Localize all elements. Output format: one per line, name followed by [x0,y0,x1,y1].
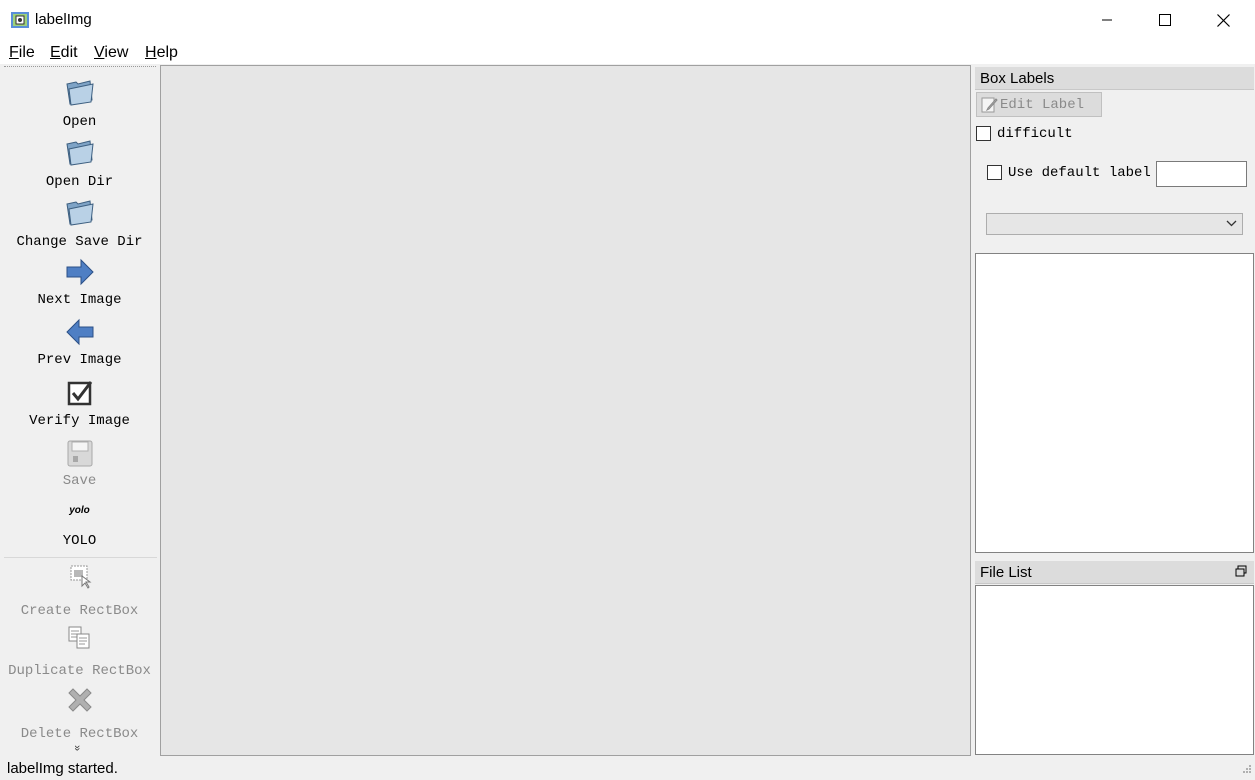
delete-icon [68,688,92,712]
duplicate-icon [68,626,90,649]
create-rectbox-icon [70,565,92,589]
minimize-button[interactable] [1078,0,1136,40]
window-title: labelImg [35,11,92,28]
chevron-down-icon [1226,220,1237,227]
box-labels-dock-title: Box Labels [975,67,1254,90]
edit-label-button[interactable]: Edit Label [976,92,1102,117]
arrow-left-icon [66,318,94,346]
menu-bar: File Edit View Help [0,40,1255,64]
close-icon [1216,13,1230,27]
save-button[interactable]: Save [0,438,159,496]
menu-file[interactable]: File [9,44,35,62]
toolbar-separator [4,557,157,558]
image-canvas[interactable] [160,65,971,756]
tool-label: Next Image [37,292,122,308]
labelimg-app-icon [11,12,29,28]
edit-label-text: Edit Label [1000,97,1085,113]
duplicate-rectbox-button[interactable]: Duplicate RectBox [0,624,159,682]
difficult-checkbox[interactable] [976,126,991,141]
minimize-icon [1102,19,1112,21]
folder-open-icon [66,140,94,166]
dock-title: File List [980,564,1032,581]
menu-edit[interactable]: Edit [50,44,78,62]
tool-label: Duplicate RectBox [8,663,151,679]
close-button[interactable] [1194,0,1252,40]
tool-label: Change Save Dir [16,234,143,250]
create-rectbox-button[interactable]: Create RectBox [0,562,159,620]
tool-label: YOLO [62,533,97,549]
dock-title: Box Labels [980,70,1055,87]
folder-open-icon [66,80,94,106]
tool-label: Save [62,473,97,489]
yolo-format-button[interactable]: yolo YOLO [0,502,159,554]
status-bar: labelImg started. [0,756,1255,780]
size-grip-icon[interactable] [1238,762,1252,776]
file-list-dock-title: File List [975,561,1254,584]
folder-open-icon [66,200,94,226]
prev-image-button[interactable]: Prev Image [0,316,159,374]
toolbar-grip[interactable] [4,66,156,69]
verify-image-button[interactable]: Verify Image [0,378,159,436]
tool-label: Delete RectBox [20,726,139,742]
maximize-icon [1159,14,1171,26]
next-image-button[interactable]: Next Image [0,256,159,314]
delete-rectbox-button[interactable]: Delete RectBox [0,684,159,742]
tool-label: Open [62,114,97,130]
label-list[interactable] [975,253,1254,553]
default-label-input[interactable] [1156,161,1247,187]
checkbox-checked-icon [67,381,93,406]
toolbar-extension-icon[interactable]: » [71,745,83,751]
edit-icon [981,97,998,113]
menu-help[interactable]: Help [145,44,178,62]
use-default-label-label: Use default label [1008,165,1151,181]
menu-view[interactable]: View [94,44,128,62]
arrow-right-icon [66,258,94,286]
tool-label: Create RectBox [20,603,139,619]
maximize-button[interactable] [1136,0,1194,40]
toolbar: Open Open Dir Change Save Dir Next Image… [0,66,159,756]
label-combo-box[interactable] [986,213,1243,235]
open-dir-button[interactable]: Open Dir [0,136,159,196]
use-default-label-checkbox[interactable] [987,165,1002,180]
difficult-label: difficult [997,126,1073,142]
save-icon [67,440,93,467]
file-list[interactable] [975,585,1254,755]
title-bar: labelImg [0,0,1255,40]
tool-label: Verify Image [29,413,130,429]
dock-float-icon[interactable] [1235,565,1247,577]
open-button[interactable]: Open [0,76,159,136]
change-save-dir-button[interactable]: Change Save Dir [0,196,159,256]
yolo-format-icon: yolo [69,505,90,516]
status-text: labelImg started. [7,760,118,777]
tool-label: Prev Image [37,352,122,368]
tool-label: Open Dir [45,174,114,190]
